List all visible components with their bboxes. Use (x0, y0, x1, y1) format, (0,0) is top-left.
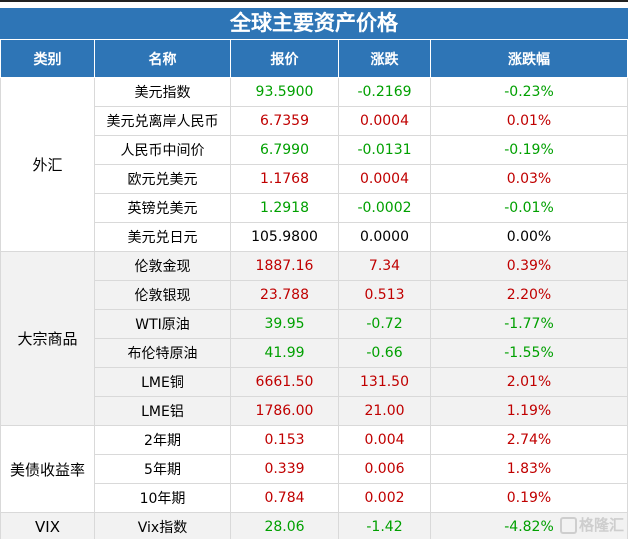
change-cell: -0.72 (338, 309, 431, 339)
price-cell: 6.7990 (230, 135, 339, 165)
watermark-logo: 格隆汇 (559, 514, 624, 535)
name-cell: LME铜 (94, 367, 231, 397)
price-cell: 6.7359 (230, 106, 339, 136)
price-cell: 105.9800 (230, 222, 339, 252)
change-pct-cell: -1.77% (430, 309, 628, 339)
change-cell: -0.0002 (338, 193, 431, 223)
price-cell: 0.153 (230, 425, 339, 455)
change-cell: 0.002 (338, 483, 431, 513)
price-cell: 1786.00 (230, 396, 339, 426)
price-cell: 1887.16 (230, 251, 339, 281)
change-cell: 7.34 (338, 251, 431, 281)
change-pct-cell: -1.55% (430, 338, 628, 368)
price-cell: 0.339 (230, 454, 339, 484)
column-header: 名称 (94, 39, 231, 78)
name-cell: 美元兑离岸人民币 (94, 106, 231, 136)
change-pct-cell: 1.19% (430, 396, 628, 426)
category-cell: VIX (0, 512, 95, 539)
asset-table: 类别 名称 报价 涨跌 涨跌幅 外汇 美元指数 93.5900 -0.2169 -0.23% 美元… (0, 39, 628, 539)
price-cell: 1.2918 (230, 193, 339, 223)
table-title: 全球主要资产价格 (0, 8, 628, 39)
change-pct-cell: -0.19% (430, 135, 628, 165)
change-cell: -0.2169 (338, 77, 431, 107)
column-header: 类别 (0, 39, 95, 78)
change-pct-cell: -0.23% (430, 77, 628, 107)
name-cell: 布伦特原油 (94, 338, 231, 368)
table-row: 欧元兑美元 1.1768 0.0004 0.03% (1, 164, 628, 194)
price-cell: 41.99 (230, 338, 339, 368)
name-cell: 伦敦银现 (94, 280, 231, 310)
name-cell: LME铝 (94, 396, 231, 426)
price-cell: 39.95 (230, 309, 339, 339)
table-row: WTI原油 39.95 -0.72 -1.77% (1, 309, 628, 339)
price-cell: 28.06 (230, 512, 339, 539)
change-cell: 0.0004 (338, 106, 431, 136)
table-row: 大宗商品 伦敦金现 1887.16 7.34 0.39% (0, 251, 628, 426)
name-cell: 伦敦金现 (94, 251, 231, 281)
table-row: 外汇 美元指数 93.5900 -0.2169 -0.23% (0, 77, 628, 252)
table-row: VIX Vix指数 28.06 -1.42 -4.82% (0, 512, 628, 539)
table-row: 5年期 0.339 0.006 1.83% (1, 454, 628, 484)
name-cell: 美元指数 (94, 77, 231, 107)
change-pct-cell: 2.01% (430, 367, 628, 397)
change-pct-cell: 2.20% (430, 280, 628, 310)
change-cell: 21.00 (338, 396, 431, 426)
table-row: 美元兑离岸人民币 6.7359 0.0004 0.01% (1, 106, 628, 136)
asset-price-table-image: 全球主要资产价格 类别 名称 报价 涨跌 涨跌幅 外汇 美元指数 93.5900 -0.216… (0, 0, 628, 539)
change-cell: 0.0000 (338, 222, 431, 252)
column-header: 涨跌 (338, 39, 431, 78)
table-row: LME铝 1786.00 21.00 1.19% (1, 396, 628, 426)
price-cell: 1.1768 (230, 164, 339, 194)
change-cell: 0.0004 (338, 164, 431, 194)
change-cell: -0.0131 (338, 135, 431, 165)
name-cell: 10年期 (94, 483, 231, 513)
name-cell: 美元兑日元 (94, 222, 231, 252)
table-row: 布伦特原油 41.99 -0.66 -1.55% (1, 338, 628, 368)
table-row: 美元兑日元 105.9800 0.0000 0.00% (1, 222, 628, 252)
price-cell: 0.784 (230, 483, 339, 513)
change-pct-cell: 0.39% (430, 251, 628, 281)
change-cell: 0.006 (338, 454, 431, 484)
change-cell: 0.513 (338, 280, 431, 310)
change-pct-cell: 2.74% (430, 425, 628, 455)
table-row: 伦敦银现 23.788 0.513 2.20% (1, 280, 628, 310)
table-row: LME铜 6661.50 131.50 2.01% (1, 367, 628, 397)
change-pct-cell: 0.01% (430, 106, 628, 136)
price-cell: 6661.50 (230, 367, 339, 397)
name-cell: Vix指数 (94, 512, 231, 539)
category-cell: 美债收益率 (0, 425, 95, 513)
category-cell: 大宗商品 (0, 251, 95, 426)
change-cell: 0.004 (338, 425, 431, 455)
table-row: 人民币中间价 6.7990 -0.0131 -0.19% (1, 135, 628, 165)
table-row: 美债收益率 2年期 0.153 0.004 2.74% (0, 425, 628, 513)
change-pct-cell: 0.19% (430, 483, 628, 513)
name-cell: 2年期 (94, 425, 231, 455)
change-pct-cell: 0.03% (430, 164, 628, 194)
header-row: 类别 名称 报价 涨跌 涨跌幅 (0, 39, 628, 78)
column-header: 报价 (230, 39, 339, 78)
column-header: 涨跌幅 (430, 39, 628, 78)
name-cell: 人民币中间价 (94, 135, 231, 165)
change-cell: -1.42 (338, 512, 431, 539)
table-row: 10年期 0.784 0.002 0.19% (1, 483, 628, 513)
name-cell: 欧元兑美元 (94, 164, 231, 194)
change-pct-cell: 1.83% (430, 454, 628, 484)
watermark-text: 格隆汇 (578, 516, 624, 534)
name-cell: 英镑兑美元 (94, 193, 231, 223)
change-cell: 131.50 (338, 367, 431, 397)
change-pct-cell: -0.01% (430, 193, 628, 223)
category-cell: 外汇 (0, 77, 95, 252)
price-cell: 23.788 (230, 280, 339, 310)
change-pct-cell: 0.00% (430, 222, 628, 252)
logo-icon (559, 517, 577, 534)
change-cell: -0.66 (338, 338, 431, 368)
price-cell: 93.5900 (230, 77, 339, 107)
name-cell: WTI原油 (94, 309, 231, 339)
name-cell: 5年期 (94, 454, 231, 484)
table-row: 英镑兑美元 1.2918 -0.0002 -0.01% (1, 193, 628, 223)
